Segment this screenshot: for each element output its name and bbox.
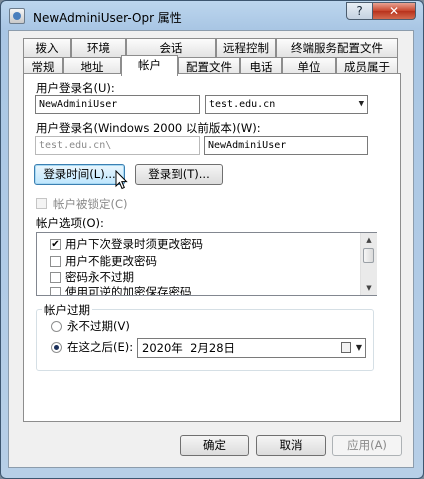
end-of-label: 在这之后(E): [67,340,134,354]
expiry-date-picker[interactable]: 2020年 2月28日 ▼ [137,338,366,358]
list-item: 密码永不过期 [65,270,134,284]
tab-terminal-services-profile[interactable]: 终端服务配置文件 [276,38,398,57]
end-of-radio[interactable] [51,342,62,353]
user-properties-icon [9,8,25,24]
chevron-down-icon: ▼ [358,99,364,109]
expiry-date-value: 2020年 2月28日 [142,341,236,355]
chevron-down-icon[interactable]: ▼ [356,339,362,357]
logon-to-button[interactable]: 登录到(T)... [135,164,223,185]
option-checkbox-must-change-password[interactable]: ✔ [50,239,61,250]
option-checkbox-cannot-change-password[interactable] [50,256,61,267]
account-locked-checkbox [36,198,47,209]
apply-button[interactable]: 应用(A) [332,435,402,456]
cancel-button[interactable]: 取消 [256,435,326,456]
window-title: NewAdminiUser-Opr 属性 [33,11,182,25]
title-bar[interactable]: NewAdminiUser-Opr 属性 ? ✕ [1,1,423,31]
pre2000-domain-field: test.edu.cn\ [35,136,200,155]
option-checkbox-password-never-expires[interactable] [50,272,61,283]
upn-suffix-value: test.edu.cn [209,99,276,110]
help-button[interactable]: ? [346,2,373,20]
ok-button[interactable]: 确定 [180,435,249,456]
list-item-clipped: 使用可逆的加密保存密码 [37,285,359,295]
tab-account[interactable]: 帐户 [121,55,178,76]
calendar-icon[interactable] [341,342,351,353]
close-button[interactable]: ✕ [372,2,416,20]
pre2000-logon-label: 用户登录名(Windows 2000 以前版本)(W): [36,121,261,135]
mouse-pointer-icon [115,170,128,190]
logon-hours-button[interactable]: 登录时间(L)... [34,164,125,185]
options-scrollbar[interactable]: ▲ ▼ [360,233,377,295]
pre2000-name-input[interactable]: NewAdminiUser [204,136,368,155]
scroll-up-icon[interactable]: ▲ [362,233,376,247]
scrollbar-thumb[interactable] [363,248,374,263]
never-expires-label: 永不过期(V) [67,319,130,333]
tab-environment[interactable]: 环境 [71,38,126,57]
tab-dial-in[interactable]: 拨入 [23,38,71,57]
never-expires-radio[interactable] [51,321,62,332]
list-item: 用户不能更改密码 [65,254,157,268]
logon-name-label: 用户登录名(U): [36,81,115,95]
account-locked-label: 帐户被锁定(C) [53,197,128,211]
option-checkbox-reversible-encryption[interactable] [50,287,61,295]
list-item: 使用可逆的加密保存密码 [65,285,192,295]
logon-name-input[interactable]: NewAdminiUser [35,95,200,114]
tab-remote-control[interactable]: 远程控制 [216,38,276,57]
account-expires-label: 帐户过期 [42,302,92,318]
scroll-down-icon[interactable]: ▼ [362,281,376,295]
account-options-label: 帐户选项(O): [36,216,104,230]
upn-suffix-select[interactable]: test.edu.cn ▼ [205,95,368,114]
list-item: 用户下次登录时须更改密码 [65,237,203,251]
